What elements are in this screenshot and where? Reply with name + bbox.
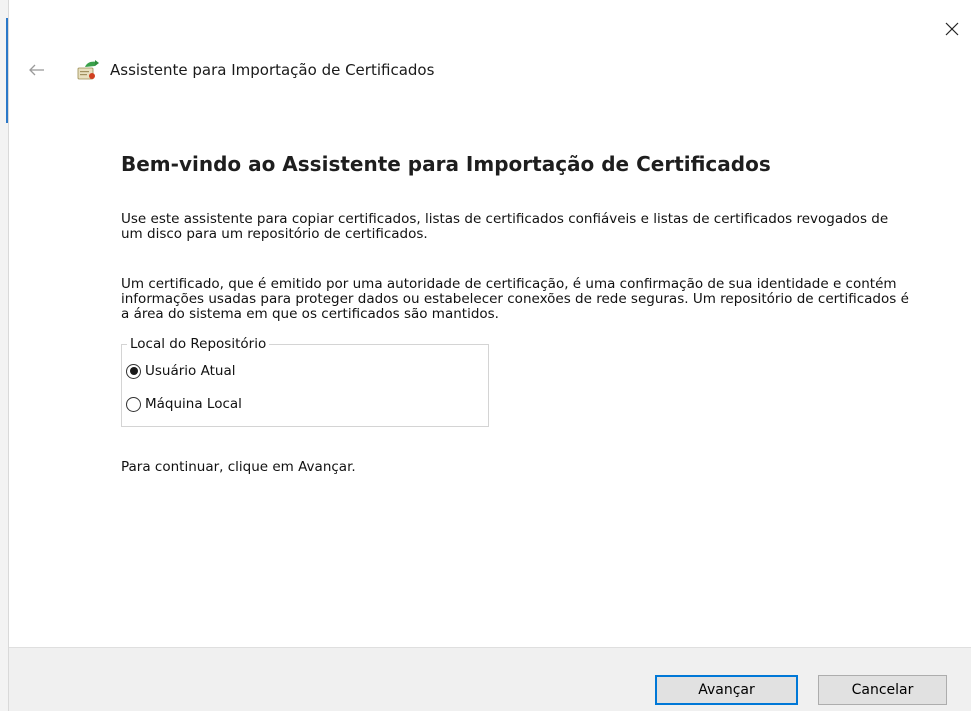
description-text: Um certificado, que é emitido por uma au…	[121, 276, 909, 322]
radio-current-user-label[interactable]: Usuário Atual	[145, 362, 235, 380]
radio-current-user[interactable]: Usuário Atual	[126, 362, 235, 380]
radio-local-machine-circle[interactable]	[126, 396, 141, 412]
wizard-footer: Avançar Cancelar	[9, 647, 971, 711]
intro-text: Use este assistente para copiar certific…	[121, 211, 889, 242]
certificate-import-wizard-window: Assistente para Importação de Certificad…	[0, 0, 971, 711]
store-location-legend: Local do Repositório	[127, 335, 270, 353]
wizard-content: Bem-vindo ao Assistente para Importação …	[121, 150, 921, 475]
radio-current-user-circle[interactable]	[126, 363, 141, 379]
close-icon	[945, 22, 959, 36]
window-title: Assistente para Importação de Certificad…	[110, 61, 435, 79]
radio-local-machine[interactable]: Máquina Local	[126, 395, 242, 413]
next-button[interactable]: Avançar	[655, 675, 798, 705]
close-button[interactable]	[937, 14, 967, 44]
page-title: Bem-vindo ao Assistente para Importação …	[121, 152, 771, 176]
cancel-button[interactable]: Cancelar	[818, 675, 947, 705]
certificate-wizard-icon	[77, 60, 99, 80]
radio-selected-dot	[129, 367, 138, 375]
wizard-title-bar: Assistente para Importação de Certificad…	[26, 57, 434, 83]
window-left-edge	[0, 0, 9, 711]
window-edge-accent	[6, 18, 8, 123]
continue-hint: Para continuar, clique em Avançar.	[121, 459, 356, 475]
back-arrow-icon	[29, 64, 44, 76]
back-button[interactable]	[26, 59, 48, 81]
radio-local-machine-label[interactable]: Máquina Local	[145, 395, 242, 413]
store-location-group: Local do Repositório Usuário Atual Máqui…	[121, 335, 489, 427]
